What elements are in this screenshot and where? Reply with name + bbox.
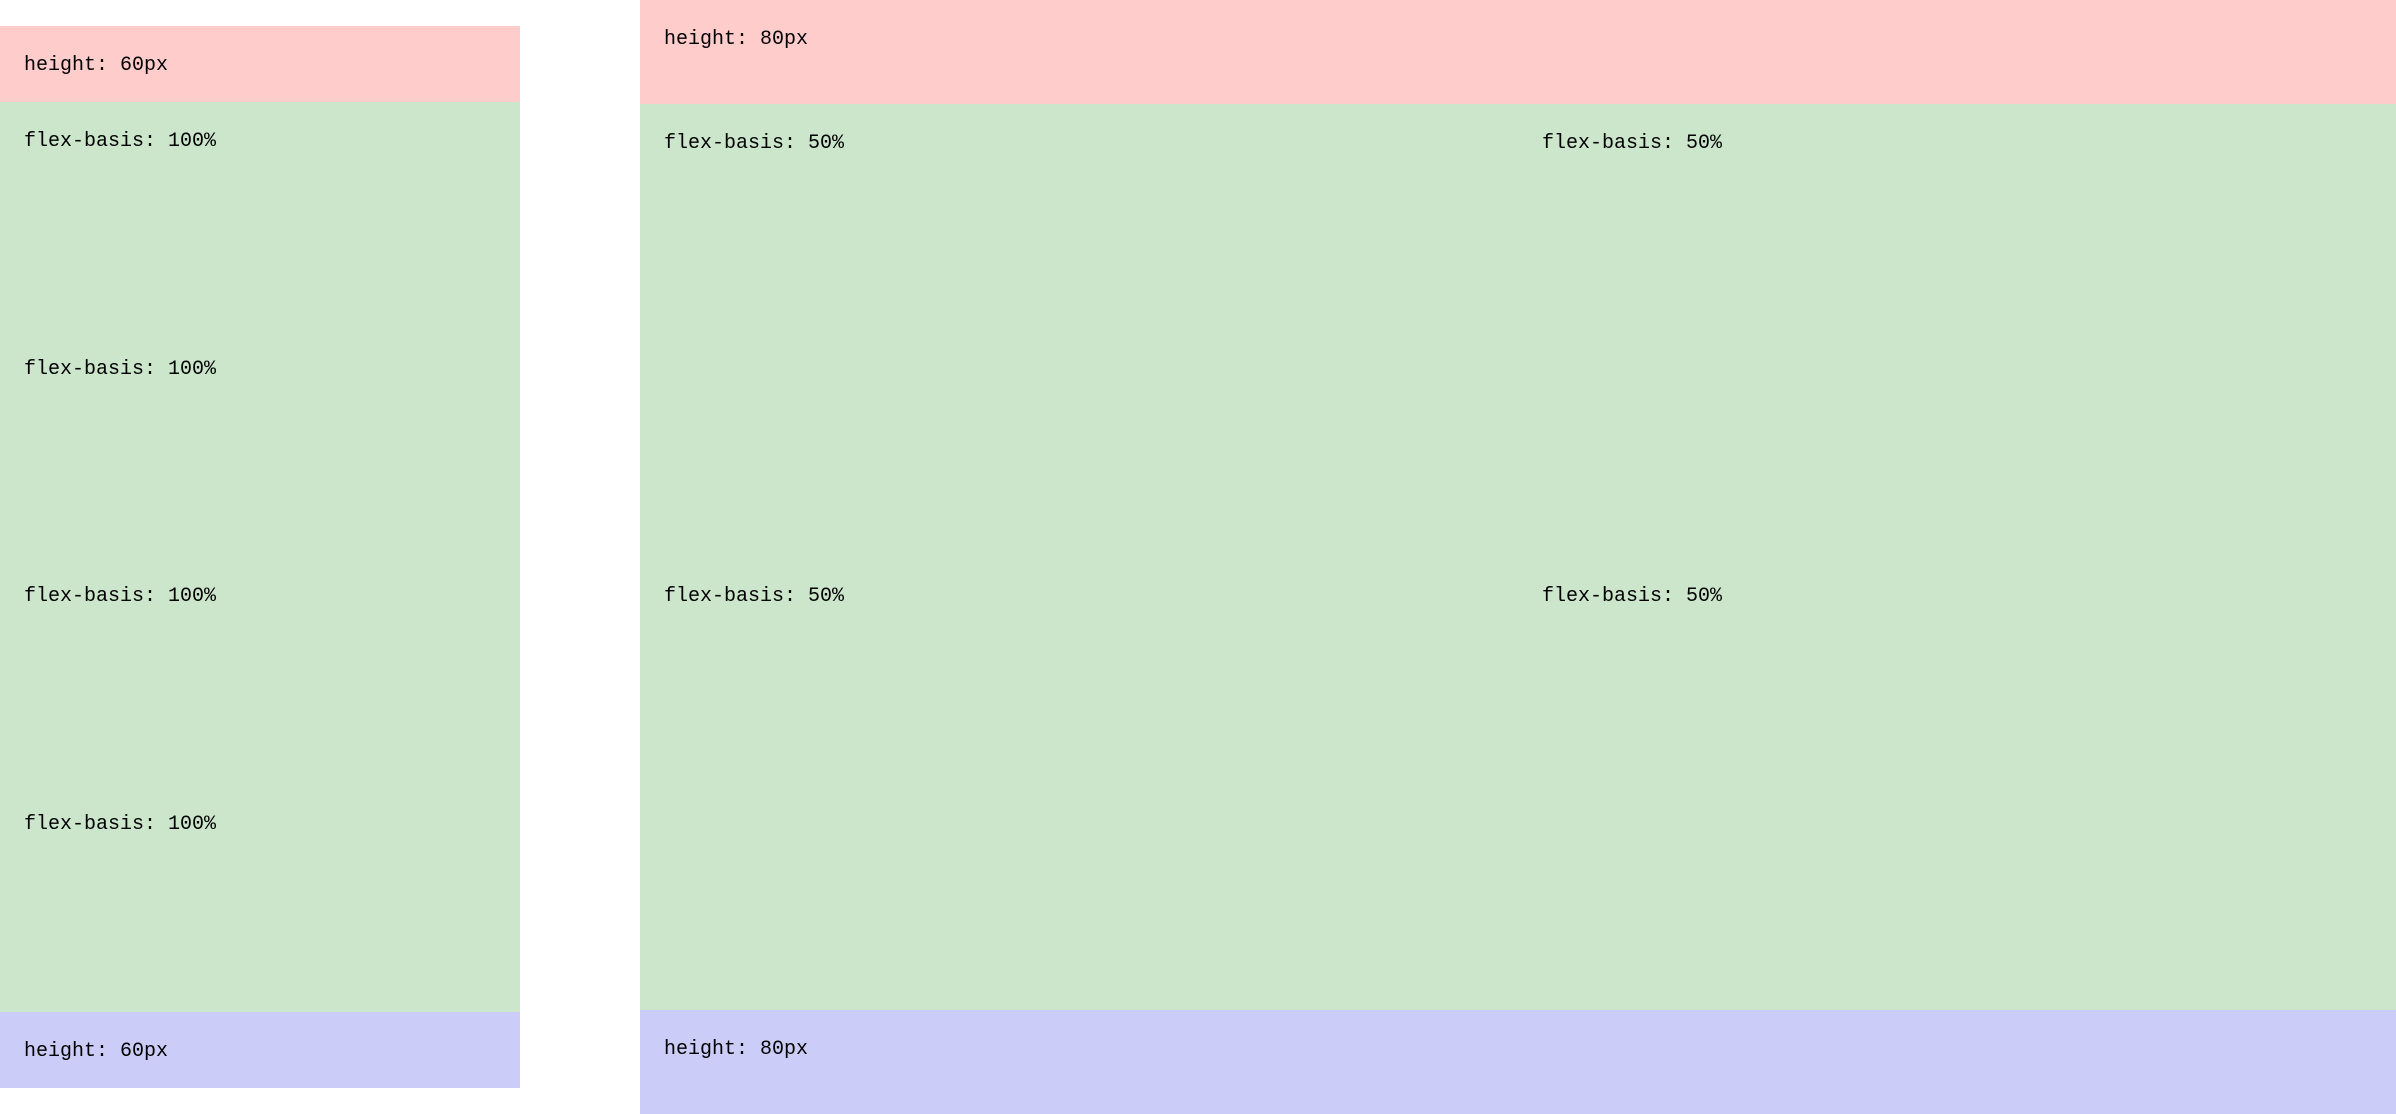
flex-cell: flex-basis: 50%: [1518, 557, 2396, 1010]
right-cell: flex-basis: 50%: [640, 104, 1518, 557]
left-row: flex-basis: 100%: [0, 785, 520, 1013]
flex-cell: flex-basis: 50%: [1518, 104, 2396, 557]
left-body: flex-basis: 100% flex-basis: 100% flex-b…: [0, 102, 520, 1012]
flex-cell: flex-basis: 50%: [640, 104, 1518, 557]
flex-cell: flex-basis: 100%: [0, 785, 520, 1013]
flex-cell: flex-basis: 100%: [0, 102, 520, 330]
flex-cell: flex-basis: 50%: [640, 557, 1518, 1010]
left-row: flex-basis: 100%: [0, 557, 520, 785]
right-cell: flex-basis: 50%: [640, 557, 1518, 1010]
flex-cell: flex-basis: 100%: [0, 557, 520, 785]
left-row: flex-basis: 100%: [0, 102, 520, 330]
right-body: flex-basis: 50% flex-basis: 50% flex-bas…: [640, 104, 2396, 1010]
right-layout-demo: height: 80px flex-basis: 50% flex-basis:…: [640, 0, 2396, 1114]
left-footer: height: 60px: [0, 1012, 520, 1088]
left-header: height: 60px: [0, 26, 520, 102]
right-footer: height: 80px: [640, 1010, 2396, 1114]
right-cell: flex-basis: 50%: [1518, 557, 2396, 1010]
right-header: height: 80px: [640, 0, 2396, 104]
left-layout-demo: height: 60px flex-basis: 100% flex-basis…: [0, 0, 520, 1114]
right-cell: flex-basis: 50%: [1518, 104, 2396, 557]
left-row: flex-basis: 100%: [0, 330, 520, 558]
flex-cell: flex-basis: 100%: [0, 330, 520, 558]
